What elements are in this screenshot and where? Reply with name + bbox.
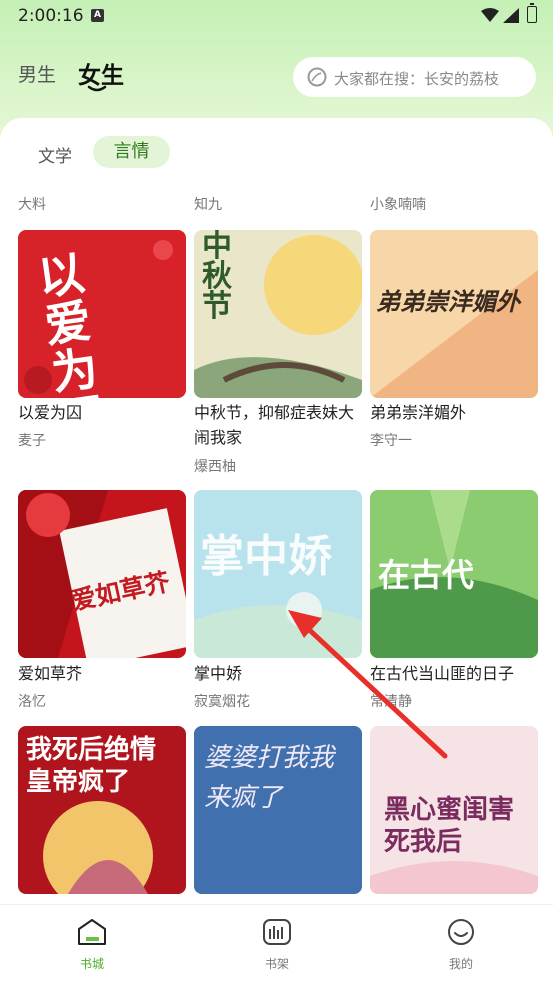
book-cover-9[interactable]: 黑心蜜闺害死我后: [370, 726, 538, 894]
cover-title-9: 黑心蜜闺害死我后: [384, 795, 515, 857]
book-author-1: 麦子: [18, 433, 46, 449]
book-cover-6[interactable]: 在古代: [370, 490, 538, 658]
partial-author-2: 知九: [194, 197, 222, 213]
subtab-literature[interactable]: 文学: [38, 142, 72, 167]
book-cover-4[interactable]: 爱如草芥: [18, 490, 186, 658]
content-sheet: 文学 言情 大料 知九 小象喃喃 以爱为囚 中秋节 弟弟崇洋媚外 以爱为囚 麦子…: [0, 118, 553, 908]
partial-title-3: [370, 171, 520, 183]
book-cover-3[interactable]: 弟弟崇洋媚外: [370, 230, 538, 398]
bookstore-icon: [78, 919, 106, 945]
book-title-3[interactable]: 弟弟崇洋媚外: [370, 400, 540, 425]
signal-icon: [503, 8, 519, 23]
book-cover-1[interactable]: 以爱为囚: [18, 230, 186, 398]
nav-label-bookshelf: 书架: [264, 957, 289, 971]
status-bar: 2:00:16 A: [0, 0, 553, 32]
book-cover-7[interactable]: 我死后绝情皇帝疯了: [18, 726, 186, 894]
tab-indicator: [87, 85, 107, 92]
book-title-4[interactable]: 爱如草芥: [18, 661, 188, 686]
cover-title-7: 我死后绝情皇帝疯了: [26, 735, 157, 797]
status-time: 2:00:16: [18, 6, 84, 26]
book-title-2[interactable]: 中秋节，抑郁症表妹大闹我家: [194, 400, 364, 450]
search-icon: [307, 67, 327, 87]
partial-author-3: 小象喃喃: [370, 197, 426, 213]
partial-title-1: [18, 171, 168, 183]
book-author-4: 洛忆: [18, 694, 46, 710]
cover-title-2: 中秋节: [202, 230, 232, 324]
book-author-5: 寂寞烟花: [194, 694, 250, 710]
search-bar[interactable]: 大家都在搜：长安的荔枝: [293, 57, 536, 97]
partial-title-2: [194, 171, 344, 183]
subtab-romance[interactable]: 言情: [93, 136, 170, 168]
wifi-icon: [481, 8, 499, 22]
cover-title-3: 弟弟崇洋媚外: [376, 287, 520, 316]
book-cover-2[interactable]: 中秋节: [194, 230, 362, 398]
battery-icon: [527, 3, 537, 23]
bookshelf-icon: [263, 919, 291, 945]
profile-icon: [448, 919, 474, 945]
cover-title-5: 掌中娇: [200, 531, 332, 582]
book-author-6: 常清静: [370, 694, 412, 710]
book-title-1[interactable]: 以爱为囚: [18, 400, 188, 425]
partial-author-1: 大料: [18, 197, 46, 213]
book-author-2: 爆西柚: [194, 459, 236, 475]
book-author-3: 李守一: [370, 433, 412, 449]
nav-label-bookstore: 书城: [79, 957, 104, 971]
cover-title-8: 婆婆打我我来疯了: [204, 743, 335, 813]
nav-bookstore[interactable]: 书城: [52, 917, 132, 972]
cover-title-6: 在古代: [378, 556, 475, 594]
nav-bookshelf[interactable]: 书架: [237, 917, 317, 972]
bottom-nav: 书城 书架 我的: [0, 904, 553, 985]
book-cover-8[interactable]: 婆婆打我我来疯了: [194, 726, 362, 894]
nav-label-profile: 我的: [448, 957, 473, 971]
tab-male[interactable]: 男生: [18, 60, 56, 87]
notification-icon: A: [91, 9, 104, 22]
book-title-5[interactable]: 掌中娇: [194, 661, 364, 686]
book-title-6[interactable]: 在古代当山匪的日子: [370, 661, 540, 686]
book-cover-5[interactable]: 掌中娇: [194, 490, 362, 658]
nav-profile[interactable]: 我的: [421, 917, 501, 972]
search-placeholder: 大家都在搜：长安的荔枝: [334, 70, 500, 88]
